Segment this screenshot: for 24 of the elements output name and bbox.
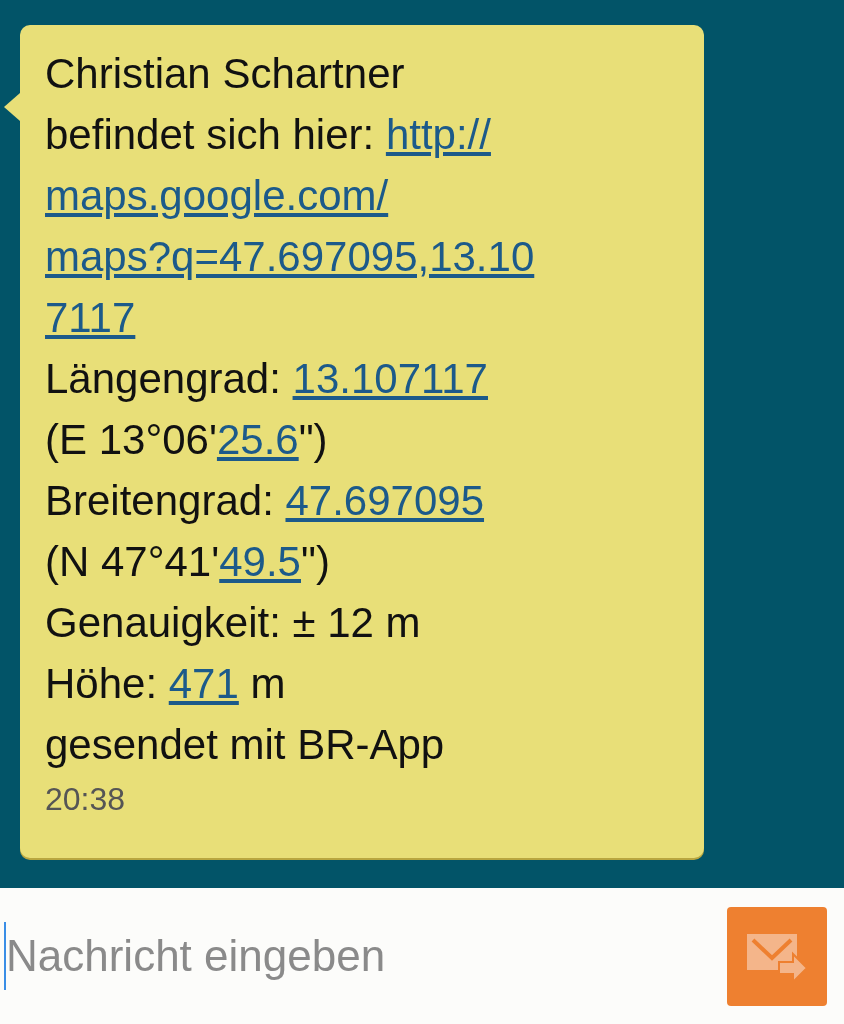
- message-text: "): [301, 538, 330, 585]
- link[interactable]: 25.6: [216, 416, 299, 463]
- link[interactable]: 13.107117: [292, 355, 488, 402]
- message-text: gesendet mit BR-App: [45, 721, 445, 768]
- link[interactable]: 47.697095: [285, 477, 485, 524]
- link[interactable]: http://: [385, 111, 491, 158]
- link[interactable]: 49.5: [219, 538, 301, 585]
- message-text: (N 47°41': [45, 538, 220, 585]
- link[interactable]: 471: [168, 660, 239, 707]
- message-input-field[interactable]: Nachricht eingeben: [4, 922, 727, 990]
- message-text: (E 13°06': [45, 416, 217, 463]
- send-button[interactable]: [727, 906, 827, 1006]
- link[interactable]: maps?q=47.697095,13.10: [45, 233, 535, 280]
- message-text: "): [298, 416, 328, 463]
- link[interactable]: 7117: [45, 294, 136, 341]
- message-text: Christian Schartner: [45, 50, 405, 97]
- message-text: Genauigkeit: ± 12 m: [45, 599, 421, 646]
- message-text: befindet sich hier:: [45, 111, 376, 158]
- message-text: Breitengrad:: [45, 477, 275, 524]
- message-text: Längengrad:: [45, 355, 282, 402]
- link[interactable]: maps.google.com/: [45, 172, 389, 219]
- message-text: Höhe:: [45, 660, 159, 707]
- message-time: 20:38: [45, 781, 126, 818]
- message-text: m: [249, 660, 286, 707]
